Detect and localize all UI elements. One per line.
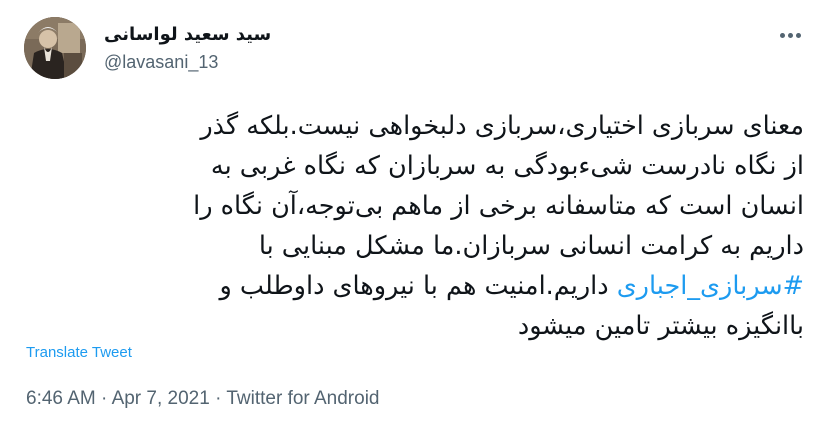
more-dot bbox=[796, 33, 801, 38]
tweet-card: سید سعید لواسانی @lavasani_13 معنای سربا… bbox=[0, 0, 829, 433]
translate-tweet-link[interactable]: Translate Tweet bbox=[26, 344, 132, 361]
hashtag-link[interactable]: #سربازی_اجباری bbox=[617, 271, 804, 301]
tweet-line: #سربازی_اجباری داریم.امنیت هم با نیروهای… bbox=[24, 266, 804, 306]
tweet-line: انسان است که متاسفانه برخی از ماهم بی‌تو… bbox=[193, 191, 804, 221]
tweet-date[interactable]: Apr 7, 2021 bbox=[112, 388, 210, 409]
tweet-line: معنای سربازی اختیاری،سربازی دلبخواهی نیس… bbox=[200, 111, 804, 141]
avatar[interactable] bbox=[24, 17, 86, 79]
tweet-line: باانگیزه بیشتر تامین میشود bbox=[517, 311, 804, 341]
tweet-text: معنای سربازی اختیاری،سربازی دلبخواهی نیس… bbox=[24, 106, 804, 346]
more-options-button[interactable] bbox=[780, 32, 802, 40]
tweet-meta: 6:46 AM · Apr 7, 2021 · Twitter for Andr… bbox=[26, 388, 379, 410]
tweet-source[interactable]: Twitter for Android bbox=[226, 388, 379, 409]
more-horizontal-icon bbox=[780, 33, 785, 38]
tweet-line: از نگاه نادرست شیءبودگی به سربازان که نگ… bbox=[210, 151, 804, 181]
avatar-image bbox=[24, 17, 86, 79]
meta-separator: · bbox=[215, 388, 222, 409]
tweet-line: داریم به کرامت انسانی سربازان.ما مشکل مب… bbox=[258, 231, 804, 261]
author-name[interactable]: سید سعید لواسانی bbox=[104, 24, 271, 45]
author-handle[interactable]: @lavasani_13 bbox=[104, 52, 218, 73]
meta-separator: · bbox=[101, 388, 108, 409]
more-dot bbox=[788, 33, 793, 38]
tweet-time[interactable]: 6:46 AM bbox=[26, 388, 96, 409]
tweet-line-text: داریم.امنیت هم با نیروهای داوطلب و bbox=[219, 271, 609, 301]
